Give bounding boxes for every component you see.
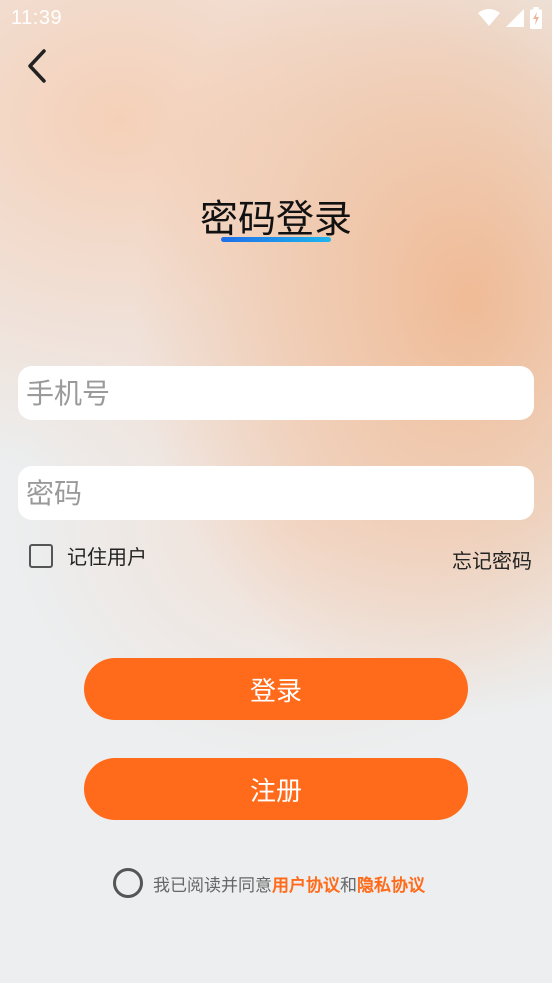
- status-time: 11:39: [11, 7, 63, 29]
- agreement-radio[interactable]: [113, 868, 143, 898]
- user-agreement-link[interactable]: 用户协议: [272, 876, 340, 896]
- agreement-conjunction: 和: [340, 875, 357, 896]
- agreement-text: 我已阅读并同意用户协议和隐私协议: [153, 871, 425, 896]
- forgot-password-link[interactable]: 忘记密码: [452, 545, 532, 574]
- remember-user-checkbox[interactable]: [29, 543, 53, 568]
- agreement-prefix: 我已阅读并同意: [153, 875, 272, 896]
- remember-user-label: 记住用户: [67, 545, 147, 569]
- status-bar: 11:39: [0, 0, 552, 38]
- title-underline: [221, 237, 331, 242]
- remember-user-toggle[interactable]: 记住用户: [29, 541, 147, 570]
- page-title: 密码登录: [199, 197, 352, 241]
- battery-icon: [530, 7, 542, 29]
- agreement-row: 我已阅读并同意用户协议和隐私协议: [113, 868, 425, 898]
- password-input[interactable]: [18, 466, 534, 520]
- wifi-icon: [478, 9, 500, 26]
- back-button[interactable]: [20, 46, 56, 86]
- phone-input[interactable]: [18, 366, 534, 420]
- signal-icon: [506, 9, 524, 27]
- privacy-agreement-link[interactable]: 隐私协议: [357, 876, 425, 896]
- chevron-left-icon: [28, 49, 46, 83]
- register-button[interactable]: 注册: [84, 758, 468, 820]
- login-button[interactable]: 登录: [84, 658, 468, 720]
- status-icons: [478, 7, 542, 29]
